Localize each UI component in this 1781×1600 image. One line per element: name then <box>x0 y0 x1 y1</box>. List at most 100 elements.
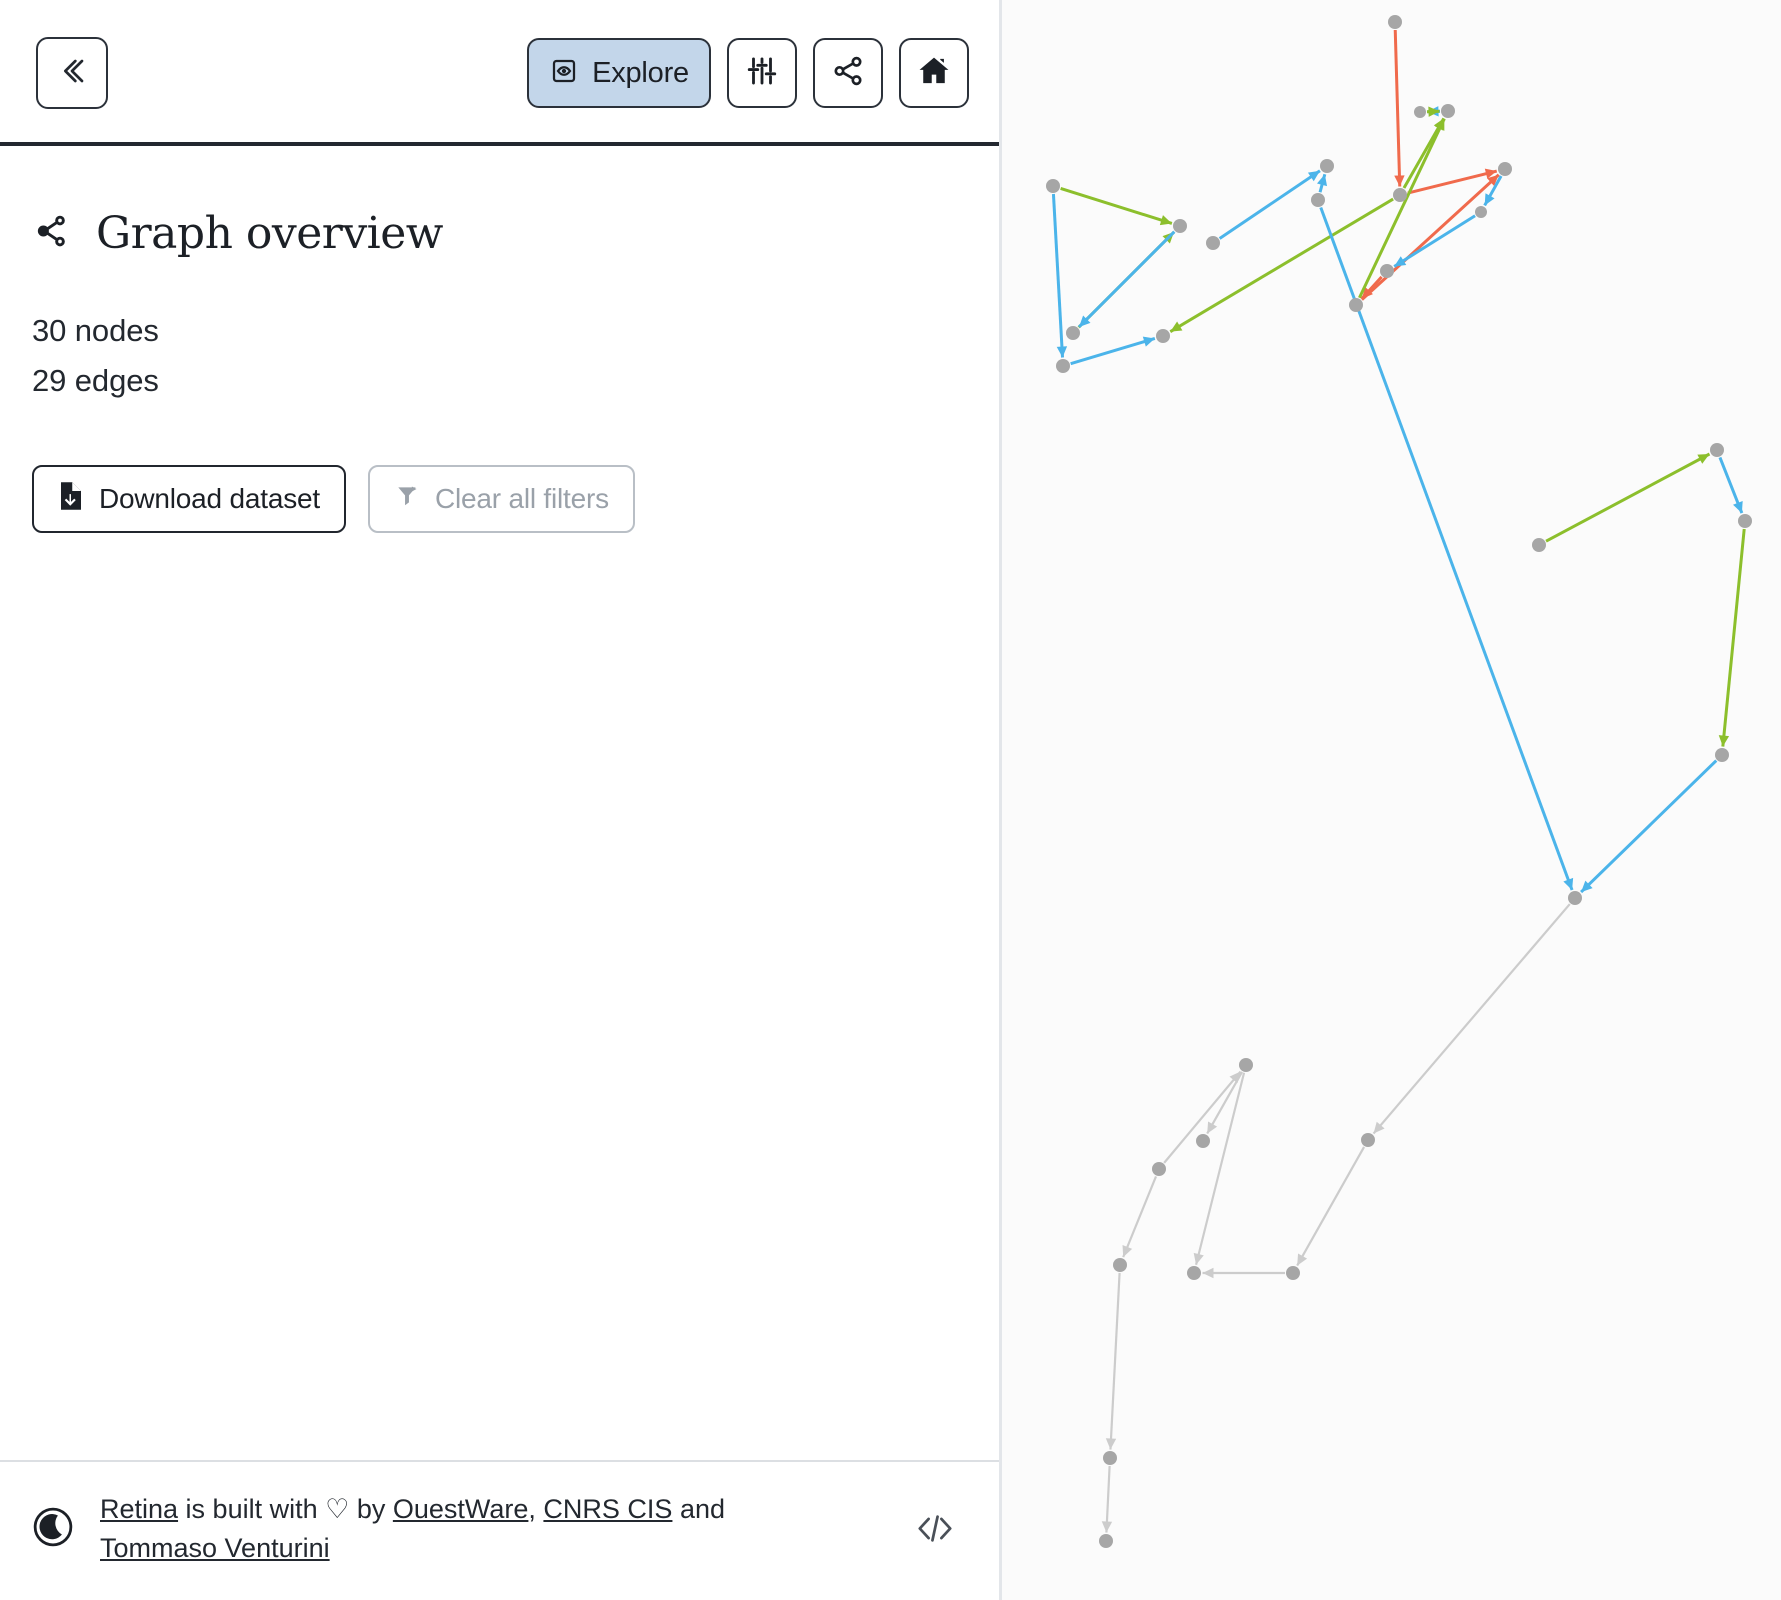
panel-actions: Download dataset Clear all filters <box>32 465 967 533</box>
sidebar: Explore Graph overview 30 nodes 29 edges… <box>0 0 1002 1600</box>
graph-edge[interactable] <box>1402 117 1446 189</box>
graph-svg[interactable] <box>1002 0 1781 1600</box>
graph-node[interactable] <box>1441 104 1455 118</box>
clear-all-filters-button[interactable]: Clear all filters <box>367 465 635 533</box>
graph-edge[interactable] <box>1122 1175 1158 1258</box>
graph-node[interactable] <box>1715 748 1729 762</box>
collapse-sidebar-button[interactable] <box>36 37 108 109</box>
graph-node[interactable] <box>1475 206 1487 218</box>
sidebar-footer: Retina is built with ♡ by OuestWare, CNR… <box>0 1460 999 1600</box>
edge-count: 29 edges <box>32 363 159 398</box>
graph-node[interactable] <box>1113 1258 1127 1272</box>
chevron-double-left-icon <box>52 51 92 96</box>
graph-edge[interactable] <box>1077 230 1176 329</box>
graph-node[interactable] <box>1156 329 1170 343</box>
graph-node[interactable] <box>1320 159 1334 173</box>
header-actions: Explore <box>527 38 969 108</box>
graph-edge[interactable] <box>1372 903 1571 1135</box>
graph-edge-arrow <box>1563 877 1574 891</box>
graph-node[interactable] <box>1532 538 1546 552</box>
graph-node[interactable] <box>1056 359 1070 373</box>
graph-edge[interactable] <box>1070 337 1156 366</box>
download-dataset-label: Download dataset <box>99 483 320 514</box>
graph-edge[interactable] <box>1545 452 1711 543</box>
graph-node[interactable] <box>1349 298 1363 312</box>
graph-edge-arrow <box>1193 1252 1204 1265</box>
graph-node[interactable] <box>1286 1266 1300 1280</box>
graph-edge[interactable] <box>1218 169 1321 240</box>
graph-node[interactable] <box>1103 1451 1117 1465</box>
link-retina[interactable]: Retina <box>100 1494 178 1524</box>
sidebar-header: Explore <box>0 0 999 146</box>
graph-node[interactable] <box>1361 1133 1375 1147</box>
graph-canvas[interactable] <box>1002 0 1781 1600</box>
file-download-icon <box>58 481 84 518</box>
footer-comma: , <box>528 1493 544 1524</box>
graph-edge[interactable] <box>1393 29 1402 187</box>
graph-node[interactable] <box>1066 326 1080 340</box>
graph-edge-arrow <box>1105 1438 1117 1450</box>
graph-node[interactable] <box>1239 1058 1253 1072</box>
graph-edge-arrow <box>1159 215 1172 226</box>
graph-node[interactable] <box>1380 264 1394 278</box>
share-button[interactable] <box>813 38 883 108</box>
heart-icon: ♡ <box>325 1493 350 1524</box>
graph-node[interactable] <box>1206 236 1220 250</box>
retina-app: Explore Graph overview 30 nodes 29 edges… <box>0 0 1781 1600</box>
graph-node[interactable] <box>1498 162 1512 176</box>
graph-edge-arrow <box>1394 175 1405 187</box>
footer-text-by: by <box>349 1493 393 1524</box>
download-dataset-button[interactable]: Download dataset <box>32 465 346 533</box>
home-icon <box>917 54 951 93</box>
graph-edge[interactable] <box>1358 118 1446 299</box>
graph-node[interactable] <box>1046 179 1060 193</box>
graph-node[interactable] <box>1187 1266 1201 1280</box>
graph-nodes-icon <box>32 210 74 257</box>
graph-node[interactable] <box>1196 1134 1210 1148</box>
graph-edge[interactable] <box>1163 1070 1242 1164</box>
explore-button-label: Explore <box>592 56 689 89</box>
graph-edge[interactable] <box>1296 1146 1366 1267</box>
graph-node[interactable] <box>1568 891 1582 905</box>
graph-node[interactable] <box>1152 1162 1166 1176</box>
graph-node[interactable] <box>1710 443 1724 457</box>
graph-edge[interactable] <box>1360 173 1500 301</box>
page-title-text: Graph overview <box>96 208 443 259</box>
graph-edge[interactable] <box>1194 1072 1246 1266</box>
code-brackets-icon[interactable] <box>915 1513 955 1550</box>
graph-node[interactable] <box>1414 106 1426 118</box>
graph-nodes <box>1046 15 1752 1548</box>
graph-node[interactable] <box>1311 193 1325 207</box>
graph-edge[interactable] <box>1060 186 1173 225</box>
graph-node[interactable] <box>1173 219 1187 233</box>
filter-off-icon <box>394 482 420 517</box>
footer-text-and: and <box>672 1493 725 1524</box>
graph-node[interactable] <box>1099 1534 1113 1548</box>
graph-edge[interactable] <box>1109 1272 1121 1450</box>
graph-edge[interactable] <box>1051 193 1065 358</box>
graph-edge[interactable] <box>1721 528 1746 747</box>
graph-node[interactable] <box>1738 514 1752 528</box>
eye-panel-icon <box>549 56 579 91</box>
graph-edge[interactable] <box>1580 759 1718 894</box>
graph-edge[interactable] <box>1393 214 1476 268</box>
filters-button[interactable] <box>727 38 797 108</box>
link-tommaso-venturini[interactable]: Tommaso Venturini <box>100 1533 330 1563</box>
page-title: Graph overview <box>32 208 967 259</box>
graph-edge-arrow <box>1056 346 1068 358</box>
clear-all-filters-label: Clear all filters <box>434 483 609 514</box>
share-icon <box>831 54 865 93</box>
sliders-icon <box>745 54 779 93</box>
home-button[interactable] <box>899 38 969 108</box>
graph-node[interactable] <box>1388 15 1402 29</box>
footer-text-built: is built with <box>178 1493 326 1524</box>
footer-credits: Retina is built with ♡ by OuestWare, CNR… <box>100 1490 790 1568</box>
node-count: 30 nodes <box>32 313 159 348</box>
explore-button[interactable]: Explore <box>527 38 711 108</box>
link-cnrs-cis[interactable]: CNRS CIS <box>543 1494 672 1524</box>
graph-node[interactable] <box>1393 188 1407 202</box>
link-ouestware[interactable]: OuestWare <box>393 1494 529 1524</box>
graph-edge-arrow <box>1101 1521 1113 1533</box>
sidebar-body: Graph overview 30 nodes 29 edges Downloa… <box>0 146 999 1460</box>
graph-edge-arrow <box>1202 1267 1214 1279</box>
